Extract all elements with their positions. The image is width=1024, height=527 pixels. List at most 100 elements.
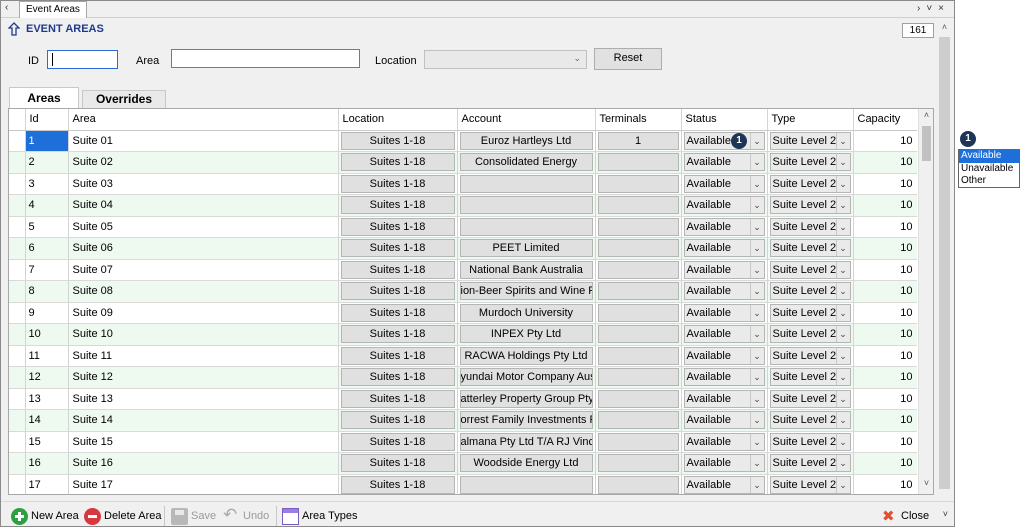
- cell-capacity[interactable]: 10: [853, 388, 917, 410]
- cell-area[interactable]: Suite 12: [68, 366, 339, 389]
- cell-area[interactable]: Suite 15: [68, 431, 339, 453]
- row-header[interactable]: [9, 366, 26, 389]
- location-select[interactable]: ⌄: [424, 50, 587, 69]
- row-header[interactable]: [9, 259, 26, 281]
- cell-capacity[interactable]: 10: [853, 431, 917, 453]
- status-combo[interactable]: Available ⌄: [683, 153, 765, 172]
- column-header-status[interactable]: Status: [681, 109, 768, 131]
- table-row[interactable]: 9 Suite 09 Suites 1-18 Murdoch University Av…: [9, 302, 917, 324]
- cell-id[interactable]: 12: [25, 366, 69, 389]
- row-header[interactable]: [9, 474, 26, 494]
- chevron-down-icon[interactable]: ˅: [943, 509, 948, 519]
- type-combo[interactable]: Suite Level 2 ⌄: [769, 411, 851, 430]
- row-header[interactable]: [9, 216, 26, 238]
- id-input[interactable]: [47, 50, 118, 69]
- location-button[interactable]: Suites 1-18: [340, 475, 455, 494]
- terminals-button[interactable]: [597, 432, 679, 451]
- type-combo[interactable]: Suite Level 2 ⌄: [769, 475, 851, 494]
- location-button[interactable]: Suites 1-18: [340, 432, 455, 451]
- cell-area[interactable]: Suite 14: [68, 409, 339, 432]
- cell-id[interactable]: 2: [25, 151, 69, 174]
- location-button[interactable]: Suites 1-18: [340, 174, 455, 193]
- chevron-down-icon[interactable]: ⌄: [835, 390, 850, 407]
- table-row[interactable]: 14 Suite 14 Suites 1-18 orrest Family Inves…: [9, 409, 917, 432]
- type-combo[interactable]: Suite Level 2 ⌄: [769, 303, 851, 322]
- type-combo[interactable]: Suite Level 2 ⌄: [769, 153, 851, 172]
- cell-capacity[interactable]: 10: [853, 302, 917, 324]
- status-combo[interactable]: Available ⌄: [683, 325, 765, 344]
- cell-id[interactable]: 13: [25, 388, 69, 410]
- cell-area[interactable]: Suite 04: [68, 194, 339, 217]
- terminals-button[interactable]: [597, 239, 679, 258]
- type-combo[interactable]: Suite Level 2 ⌄: [769, 454, 851, 473]
- cell-id[interactable]: 16: [25, 452, 69, 475]
- terminals-button[interactable]: [597, 475, 679, 494]
- row-header[interactable]: [9, 280, 26, 303]
- row-header[interactable]: [9, 237, 26, 260]
- grid-vertical-scrollbar[interactable]: ˄ ˅: [918, 109, 933, 494]
- type-combo[interactable]: Suite Level 2 ⌄: [769, 346, 851, 365]
- row-header[interactable]: [9, 194, 26, 217]
- row-header[interactable]: [9, 130, 26, 152]
- table-row[interactable]: 1 Suite 01 Suites 1-18 Euroz Hartleys Ltd 1 A…: [9, 130, 917, 152]
- chevron-down-icon[interactable]: ⌄: [835, 326, 850, 343]
- type-combo[interactable]: Suite Level 2 ⌄: [769, 432, 851, 451]
- location-button[interactable]: Suites 1-18: [340, 196, 455, 215]
- account-button[interactable]: atterley Property Group Pty l: [459, 389, 593, 408]
- cell-area[interactable]: Suite 06: [68, 237, 339, 260]
- cell-area[interactable]: Suite 11: [68, 345, 339, 367]
- terminals-button[interactable]: [597, 260, 679, 279]
- location-button[interactable]: Suites 1-18: [340, 411, 455, 430]
- cell-capacity[interactable]: 10: [853, 345, 917, 367]
- terminals-button[interactable]: [597, 174, 679, 193]
- row-header[interactable]: [9, 173, 26, 195]
- undo-button[interactable]: Undo: [223, 505, 269, 526]
- cell-capacity[interactable]: 10: [853, 366, 917, 389]
- location-button[interactable]: Suites 1-18: [340, 153, 455, 172]
- location-button[interactable]: Suites 1-18: [340, 131, 455, 150]
- account-button[interactable]: RACWA Holdings Pty Ltd: [459, 346, 593, 365]
- cell-capacity[interactable]: 10: [853, 216, 917, 238]
- account-button[interactable]: yundai Motor Company Aus: [459, 368, 593, 387]
- row-header[interactable]: [9, 302, 26, 324]
- cell-id[interactable]: 3: [25, 173, 69, 195]
- chevron-down-icon[interactable]: ⌄: [749, 476, 764, 493]
- cell-capacity[interactable]: 10: [853, 409, 917, 432]
- status-combo[interactable]: Available ⌄: [683, 346, 765, 365]
- type-combo[interactable]: Suite Level 2 ⌄: [769, 217, 851, 236]
- status-combo[interactable]: Available ⌄: [683, 411, 765, 430]
- cell-capacity[interactable]: 10: [853, 474, 917, 494]
- scroll-thumb[interactable]: [922, 126, 931, 161]
- cell-capacity[interactable]: 10: [853, 151, 917, 174]
- column-header-type[interactable]: Type: [767, 109, 854, 131]
- column-header-capacity[interactable]: Capacity: [853, 109, 917, 131]
- area-types-button[interactable]: Area Types: [282, 506, 357, 526]
- cell-capacity[interactable]: 10: [853, 280, 917, 303]
- scroll-up-icon[interactable]: ˄: [937, 22, 952, 32]
- chevron-down-icon[interactable]: ⌄: [835, 476, 850, 493]
- chevron-down-icon[interactable]: ⌄: [749, 304, 764, 321]
- location-button[interactable]: Suites 1-18: [340, 303, 455, 322]
- cell-area[interactable]: Suite 03: [68, 173, 339, 195]
- tab-window-controls[interactable]: ›˅×: [917, 3, 950, 14]
- row-header[interactable]: [9, 388, 26, 410]
- table-row[interactable]: 6 Suite 06 Suites 1-18 PEET Limited Availabl…: [9, 237, 917, 260]
- terminals-button[interactable]: [597, 389, 679, 408]
- cell-capacity[interactable]: 10: [853, 452, 917, 475]
- row-header[interactable]: [9, 409, 26, 432]
- chevron-down-icon[interactable]: ⌄: [835, 412, 850, 429]
- chevron-down-icon[interactable]: ⌄: [749, 218, 764, 235]
- terminals-button[interactable]: [597, 196, 679, 215]
- status-combo[interactable]: Available ⌄: [683, 260, 765, 279]
- chevron-down-icon[interactable]: ⌄: [835, 132, 850, 149]
- chevron-down-icon[interactable]: ⌄: [835, 433, 850, 450]
- type-combo[interactable]: Suite Level 2 ⌄: [769, 239, 851, 258]
- chevron-down-icon[interactable]: ⌄: [835, 369, 850, 386]
- cell-area[interactable]: Suite 01: [68, 130, 339, 152]
- chevron-down-icon[interactable]: ⌄: [835, 175, 850, 192]
- form-vertical-scrollbar[interactable]: ˄: [937, 19, 952, 494]
- cell-id[interactable]: 6: [25, 237, 69, 260]
- type-combo[interactable]: Suite Level 2 ⌄: [769, 174, 851, 193]
- account-button[interactable]: ion-Beer Spirits and Wine Pty: [459, 282, 593, 301]
- table-row[interactable]: 16 Suite 16 Suites 1-18 Woodside Energy Ltd…: [9, 452, 917, 475]
